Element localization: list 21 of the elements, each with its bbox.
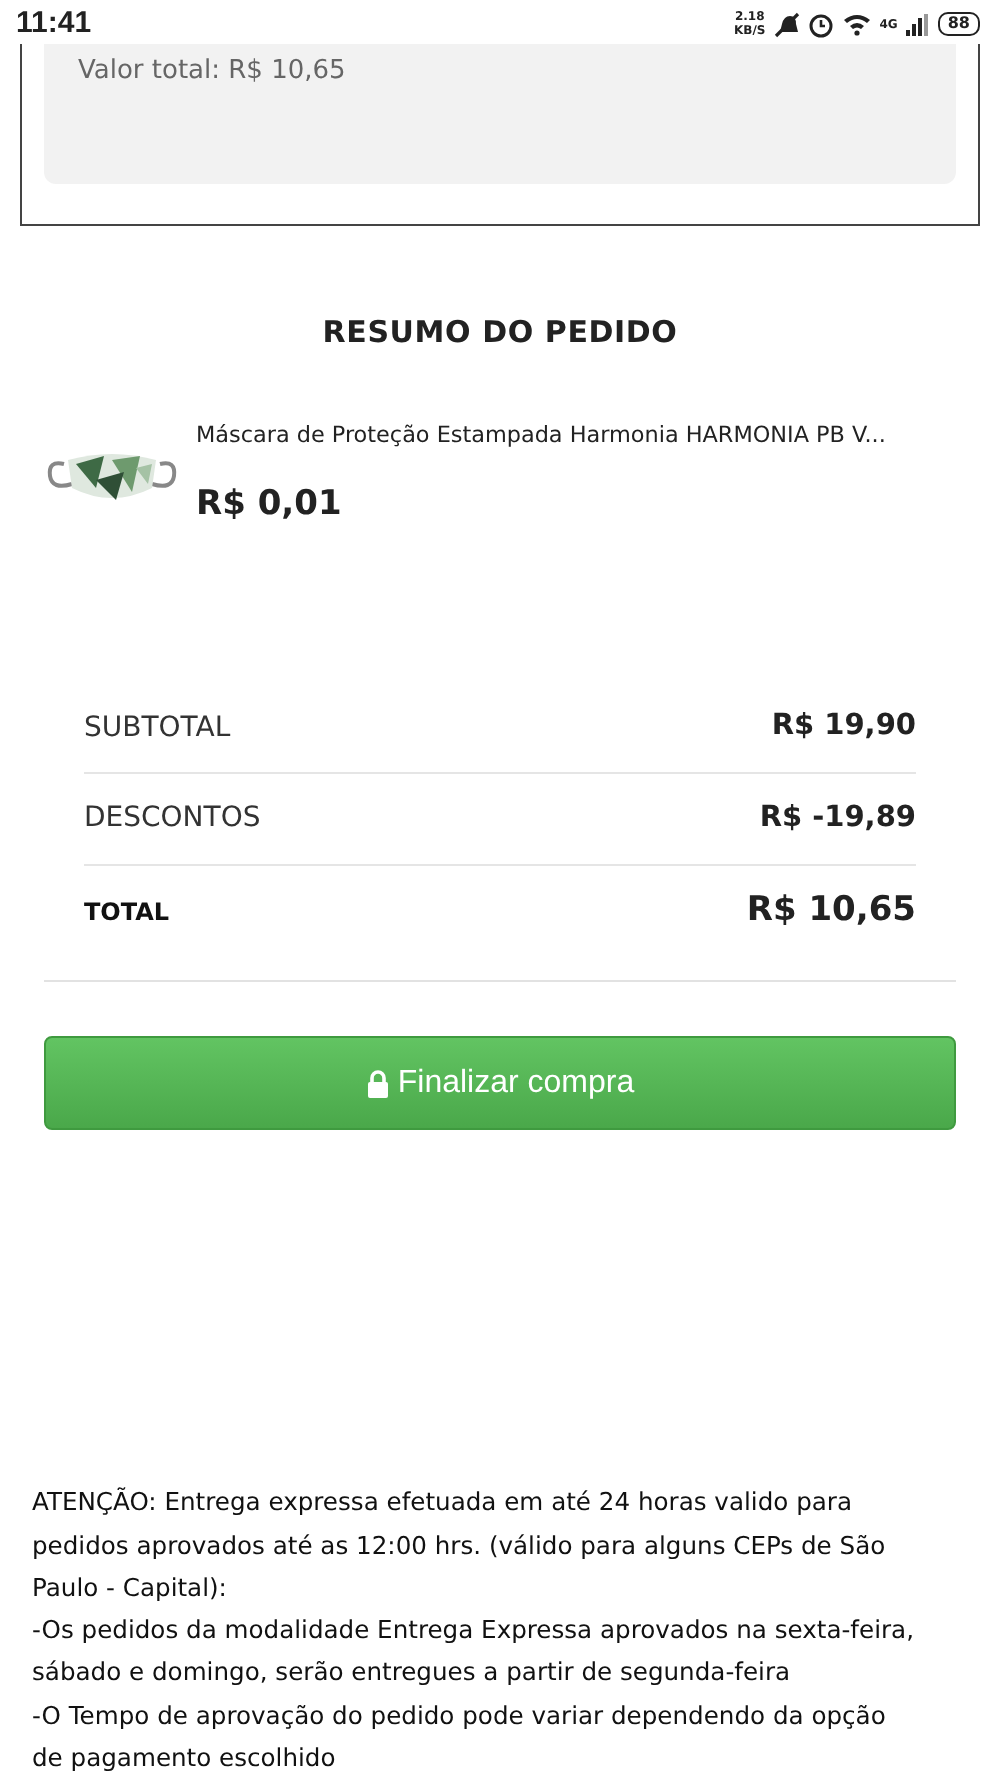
product-name: Máscara de Proteção Estampada Harmonia HARMONIA PB V... <box>196 419 886 451</box>
wifi-icon <box>841 12 872 36</box>
total-amount: R$ -19,89 <box>759 799 916 838</box>
notice-paragraph: -Os pedidos da modalidade Entrega Expressa aprovados na sexta-feira, sábado e domingo, serão entregues a partir de segunda-feira <box>32 1614 916 1691</box>
notice-paragraph: -O Tempo de aprovação do pedido pode variar dependendo da opção de pagamento escolhido <box>32 1699 888 1777</box>
total-amount: R$ 10,65 <box>746 887 916 934</box>
total-value: Valor total: R$ 10,65 <box>78 56 346 86</box>
product-price: R$ 0,01 <box>196 482 344 529</box>
total-amount: R$ 19,90 <box>771 708 916 747</box>
section-title: RESUMO DO PEDIDO <box>320 312 680 354</box>
battery-level: 88 <box>937 12 980 36</box>
total-label: TOTAL <box>84 895 170 930</box>
signal-icon <box>905 13 930 35</box>
alarm-icon <box>807 11 834 37</box>
lock-icon <box>365 1069 390 1098</box>
notice-paragraph: ATENÇÃO: Entrega expressa efetuada em até 24 horas valido para pedidos aprovados até as 12:00 hrs. (válido para alguns CEPs de São Paulo - Capital): <box>32 1485 888 1606</box>
muted-bell-icon <box>773 11 800 37</box>
clock-time: 11:41 <box>16 3 92 44</box>
checkout-button[interactable]: Finalizar compra <box>44 1036 956 1131</box>
total-label: SUBTOTAL <box>84 709 231 748</box>
total-label: DESCONTOS <box>84 800 261 839</box>
